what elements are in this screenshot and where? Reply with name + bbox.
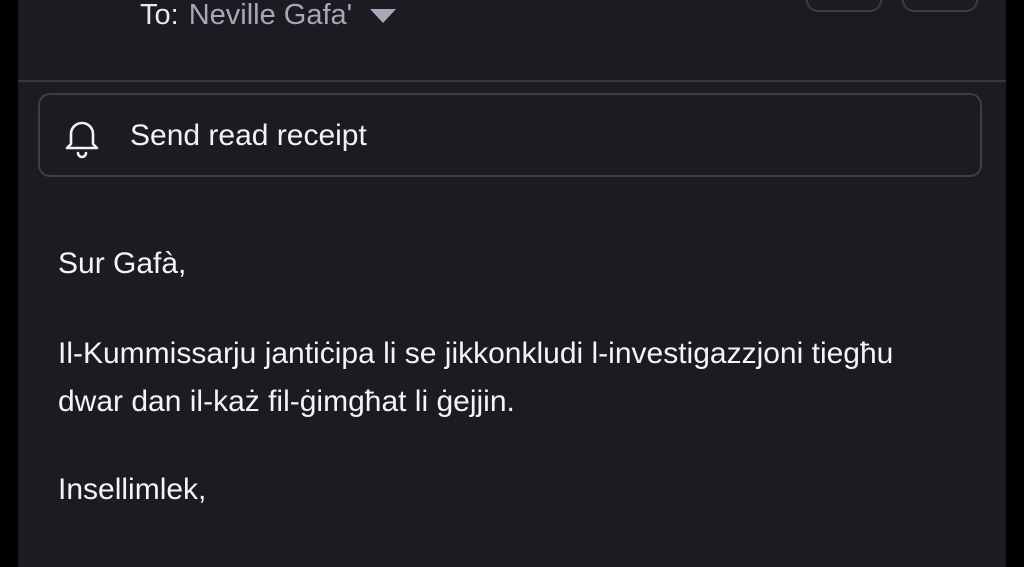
compose-panel: To: Neville Gafa' Send read receipt Sur …	[18, 0, 1006, 567]
recipient-name[interactable]: Neville Gafa'	[189, 0, 353, 32]
send-read-receipt-label: Send read receipt	[130, 119, 367, 152]
message-closing: Insellimlek,	[58, 473, 207, 506]
send-read-receipt-button[interactable]: Send read receipt	[38, 93, 982, 177]
to-label: To:	[140, 0, 179, 31]
message-body[interactable]: Sur Gafà, Il-Kummissarju jantiċipa li se…	[58, 240, 938, 514]
chevron-down-icon[interactable]	[370, 9, 397, 23]
header-divider	[18, 80, 1006, 82]
header-action-button[interactable]	[902, 0, 978, 12]
recipient-row[interactable]: To: Neville Gafa'	[140, 0, 397, 34]
bell-icon	[65, 121, 99, 159]
header-action-button[interactable]	[806, 0, 882, 12]
message-paragraph: Il-Kummissarju jantiċipa li se jikkonklu…	[58, 337, 894, 418]
message-greeting: Sur Gafà,	[58, 247, 187, 280]
